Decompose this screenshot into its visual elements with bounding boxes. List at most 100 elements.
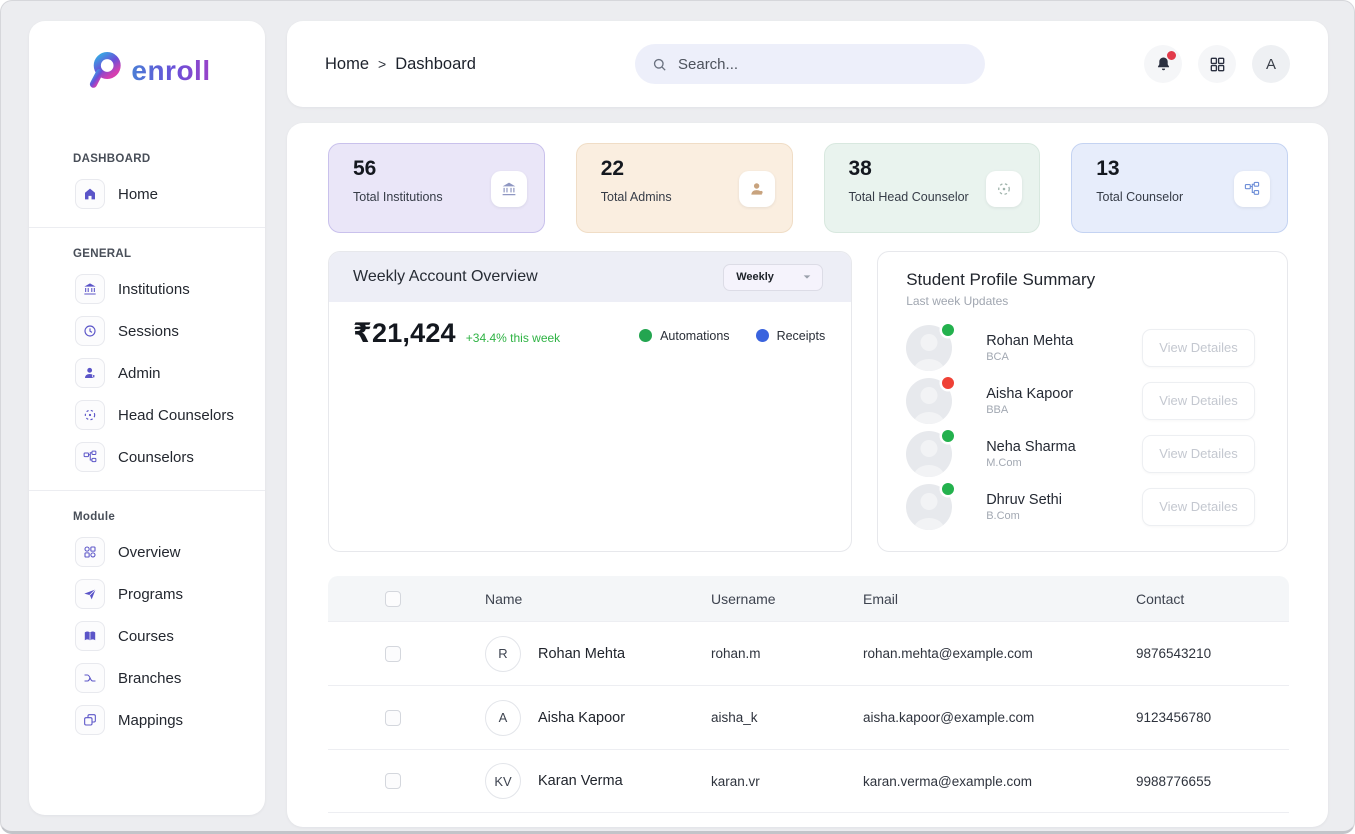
student-list: Rohan Mehta BCA View Detailes Aisha Kapo…: [906, 321, 1255, 533]
status-dot: [942, 377, 954, 389]
apps-button[interactable]: [1198, 45, 1236, 83]
student-avatar: [906, 325, 952, 371]
status-dot: [942, 324, 954, 336]
overlap-squares-icon: [75, 705, 105, 735]
weekly-overview-card: Weekly Account Overview Weekly ₹21,424 +…: [328, 251, 852, 552]
table-row: R Rohan Mehta rohan.m rohan.mehta@exampl…: [328, 621, 1289, 685]
sidebar-section-module: Module: [73, 511, 265, 523]
notifications-button[interactable]: [1144, 45, 1182, 83]
bank-icon: [75, 274, 105, 304]
brand-name: enroll: [131, 55, 210, 87]
student-program: BCA: [986, 351, 1073, 363]
book-icon: [75, 621, 105, 651]
weekly-overview-stats: ₹21,424 +34.4% this week Automations Rec…: [329, 302, 851, 349]
person-icon: [739, 171, 775, 207]
search-input[interactable]: [678, 56, 969, 73]
stat-card-admins: 22 Total Admins: [576, 143, 793, 233]
row-avatar: KV: [485, 763, 521, 799]
stat-card-institutions: 56 Total Institutions: [328, 143, 545, 233]
sidebar-item-institutions[interactable]: Institutions: [29, 274, 265, 304]
cell-email: rohan.mehta@example.com: [833, 646, 1108, 661]
row-checkbox[interactable]: [385, 773, 401, 789]
column-header-contact: Contact: [1108, 591, 1289, 607]
cell-contact: 9988776655: [1108, 774, 1289, 789]
user-avatar[interactable]: A: [1252, 45, 1290, 83]
sidebar-item-home[interactable]: Home: [29, 179, 265, 209]
student-row: Rohan Mehta BCA View Detailes: [906, 321, 1255, 374]
view-details-button[interactable]: View Detailes: [1142, 488, 1255, 526]
range-select[interactable]: Weekly: [723, 264, 823, 291]
student-program: M.Com: [986, 457, 1075, 469]
sidebar-item-mappings[interactable]: Mappings: [29, 705, 265, 735]
sidebar-item-admin[interactable]: Admin: [29, 358, 265, 388]
row-avatar: R: [485, 636, 521, 672]
app-frame: enroll DASHBOARD Home GENERAL Institutio…: [0, 0, 1355, 834]
row-checkbox[interactable]: [385, 710, 401, 726]
sidebar-item-overview[interactable]: Overview: [29, 537, 265, 567]
main-content: 56 Total Institutions 22 Total Admins: [287, 123, 1328, 827]
select-all-checkbox[interactable]: [385, 591, 401, 607]
sidebar-item-head-counselors[interactable]: Head Counselors: [29, 400, 265, 430]
sidebar: enroll DASHBOARD Home GENERAL Institutio…: [29, 21, 265, 815]
chart-legend: Automations Receipts: [639, 329, 825, 343]
chevron-down-icon: [802, 272, 812, 282]
stats-row: 56 Total Institutions 22 Total Admins: [328, 143, 1288, 233]
search-icon: [651, 56, 668, 73]
student-name: Dhruv Sethi: [986, 492, 1062, 508]
person-icon: [75, 358, 105, 388]
student-name: Rohan Mehta: [986, 333, 1073, 349]
student-avatar: [906, 378, 952, 424]
student-row: Neha Sharma M.Com View Detailes: [906, 427, 1255, 480]
view-details-button[interactable]: View Detailes: [1142, 435, 1255, 473]
sidebar-item-counselors[interactable]: Counselors: [29, 442, 265, 472]
hierarchy-icon: [1234, 171, 1270, 207]
breadcrumb-home[interactable]: Home: [325, 55, 369, 74]
status-dot: [942, 430, 954, 442]
sidebar-section-dashboard: DASHBOARD: [73, 153, 265, 165]
sidebar-item-sessions[interactable]: Sessions: [29, 316, 265, 346]
legend-dot-green: [639, 329, 652, 342]
brand-logo[interactable]: enroll: [29, 21, 265, 93]
status-dot: [942, 483, 954, 495]
sidebar-item-courses[interactable]: Courses: [29, 621, 265, 651]
student-name: Neha Sharma: [986, 439, 1075, 455]
legend-item-receipts: Receipts: [756, 329, 826, 343]
student-avatar: [906, 484, 952, 530]
cell-contact: 9876543210: [1108, 646, 1289, 661]
cell-name: Karan Verma: [538, 773, 623, 789]
column-header-username: Username: [683, 591, 833, 607]
student-summary-card: Student Profile Summary Last week Update…: [877, 251, 1288, 552]
table-header: Name Username Email Contact: [328, 576, 1289, 621]
cell-username: aisha_k: [683, 710, 833, 725]
legend-item-automations: Automations: [639, 329, 729, 343]
weekly-overview-title: Weekly Account Overview: [353, 268, 538, 286]
cell-username: karan.vr: [683, 774, 833, 789]
cell-username: rohan.m: [683, 646, 833, 661]
student-avatar: [906, 431, 952, 477]
sidebar-item-programs[interactable]: Programs: [29, 579, 265, 609]
chart-area: [329, 349, 851, 551]
send-icon: [75, 579, 105, 609]
cell-name: Aisha Kapoor: [538, 710, 625, 726]
cell-email: karan.verma@example.com: [833, 774, 1108, 789]
cell-contact: 9123456780: [1108, 710, 1289, 725]
table-row: KV Karan Verma karan.vr karan.verma@exam…: [328, 749, 1289, 813]
target-icon: [75, 400, 105, 430]
student-program: B.Com: [986, 510, 1062, 522]
row-checkbox[interactable]: [385, 646, 401, 662]
weekly-overview-header: Weekly Account Overview Weekly: [329, 252, 851, 302]
view-details-button[interactable]: View Detailes: [1142, 382, 1255, 420]
home-icon: [75, 179, 105, 209]
student-program: BBA: [986, 404, 1073, 416]
stat-card-counselors: 13 Total Counselor: [1071, 143, 1288, 233]
stat-card-head-counselors: 38 Total Head Counselor: [824, 143, 1041, 233]
hierarchy-icon: [75, 442, 105, 472]
search-bar[interactable]: [635, 44, 985, 84]
sidebar-item-branches[interactable]: Branches: [29, 663, 265, 693]
history-clock-icon: [75, 316, 105, 346]
sidebar-divider: [29, 227, 265, 228]
users-table: Name Username Email Contact R Rohan Meht…: [328, 576, 1289, 813]
view-details-button[interactable]: View Detailes: [1142, 329, 1255, 367]
legend-dot-blue: [756, 329, 769, 342]
cell-email: aisha.kapoor@example.com: [833, 710, 1108, 725]
